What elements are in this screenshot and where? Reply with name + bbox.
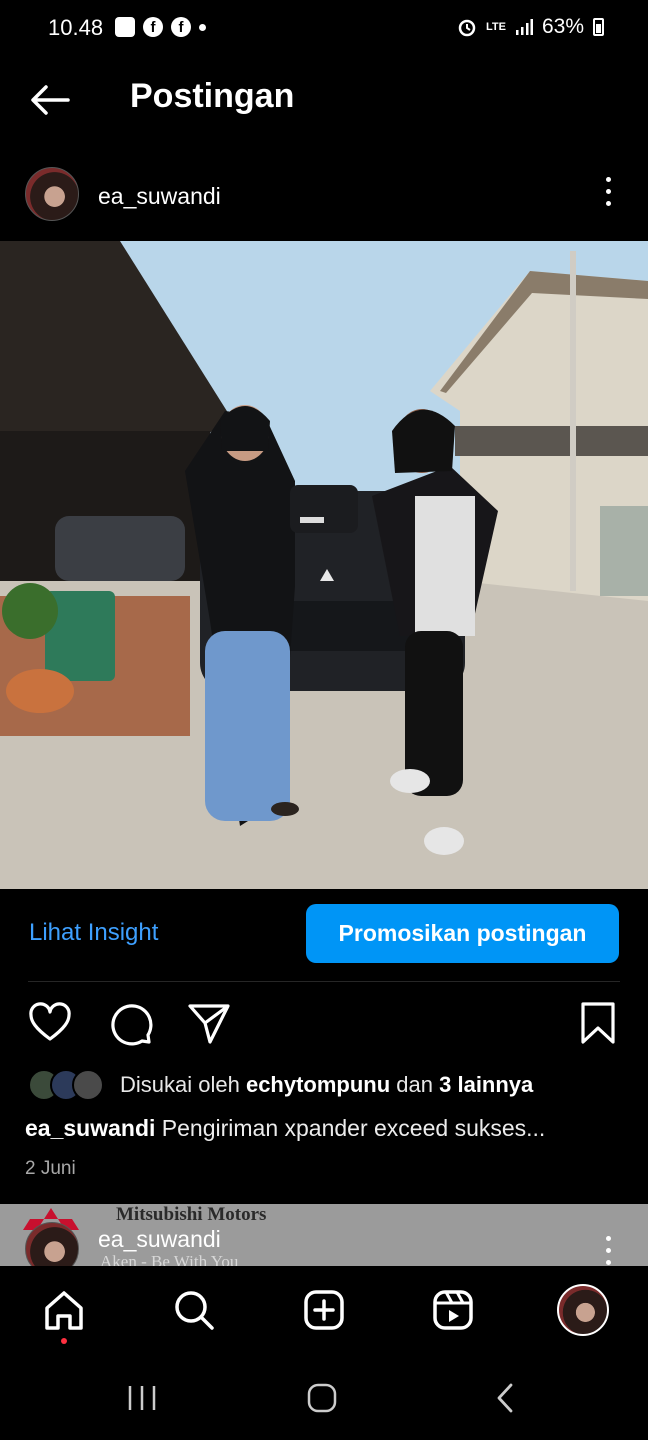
likes-summary[interactable]: Disukai oleh echytompunu dan 3 lainnya [28,1068,533,1102]
reels-icon[interactable] [431,1288,475,1332]
next-post-author[interactable]: ea_suwandi [98,1226,221,1253]
post-author[interactable]: ea_suwandi [98,183,221,210]
post-photo[interactable] [0,241,648,889]
profile-avatar[interactable] [557,1284,609,1336]
divider [28,981,620,982]
next-post-brand: Mitsubishi Motors [116,1204,267,1225]
post-caption[interactable]: ea_suwandi Pengiriman xpander exceed suk… [25,1115,545,1142]
back-button-icon[interactable] [494,1382,516,1414]
likes-prefix: Disukai oleh [120,1072,246,1097]
signal-icon [515,19,533,35]
notification-icons: f f [115,17,206,37]
post-date: 2 Juni [25,1158,76,1179]
likes-count[interactable]: 3 lainnya [439,1072,533,1097]
share-icon[interactable] [186,1000,232,1046]
system-nav-bar [0,1356,648,1440]
app-header: Postingan [0,60,648,140]
likes-user[interactable]: echytompunu [246,1072,390,1097]
create-post-icon[interactable] [302,1288,346,1332]
status-time: 10.48 [48,15,104,40]
recent-apps-icon[interactable] [127,1384,157,1412]
search-icon[interactable] [172,1288,216,1332]
caption-user[interactable]: ea_suwandi [25,1115,155,1141]
battery-icon [593,18,604,36]
view-insights-link[interactable]: Lihat Insight [29,919,158,947]
alarm-icon [458,19,476,37]
more-options-icon[interactable] [600,1236,616,1266]
caption-text: Pengiriman xpander exceed sukses... [155,1115,546,1141]
post-header: ea_suwandi [0,163,648,227]
battery-percent: 63% [541,15,584,38]
likes-conjunction: dan [390,1072,440,1097]
next-post-preview[interactable]: Mitsubishi Motors Aken - Be With You ea_… [0,1204,648,1266]
lte-icon: LTE [486,21,506,33]
next-post-tagline: Aken - Be With You [100,1252,239,1266]
arrow-left-icon[interactable] [28,82,72,118]
comment-icon[interactable] [107,1000,153,1046]
bottom-nav [0,1266,648,1356]
notification-dot [61,1338,67,1344]
likes-text[interactable]: Disukai oleh echytompunu dan 3 lainnya [120,1072,533,1098]
heart-icon[interactable] [27,1000,73,1046]
avatar [72,1069,104,1101]
system-icons: LTE 63% [457,15,604,39]
home-button-icon[interactable] [306,1382,338,1414]
avatar[interactable] [25,167,79,221]
home-icon[interactable] [42,1288,86,1332]
dot-icon [199,24,206,31]
more-options-icon[interactable] [600,177,616,209]
gallery-icon [115,17,135,37]
facebook-icon: f [171,17,191,37]
promote-post-button[interactable]: Promosikan postingan [306,904,619,963]
status-bar: 10.48 f f LTE 63% [0,0,648,58]
bookmark-icon[interactable] [575,1000,621,1046]
page-title: Postingan [130,77,295,115]
facebook-icon: f [143,17,163,37]
